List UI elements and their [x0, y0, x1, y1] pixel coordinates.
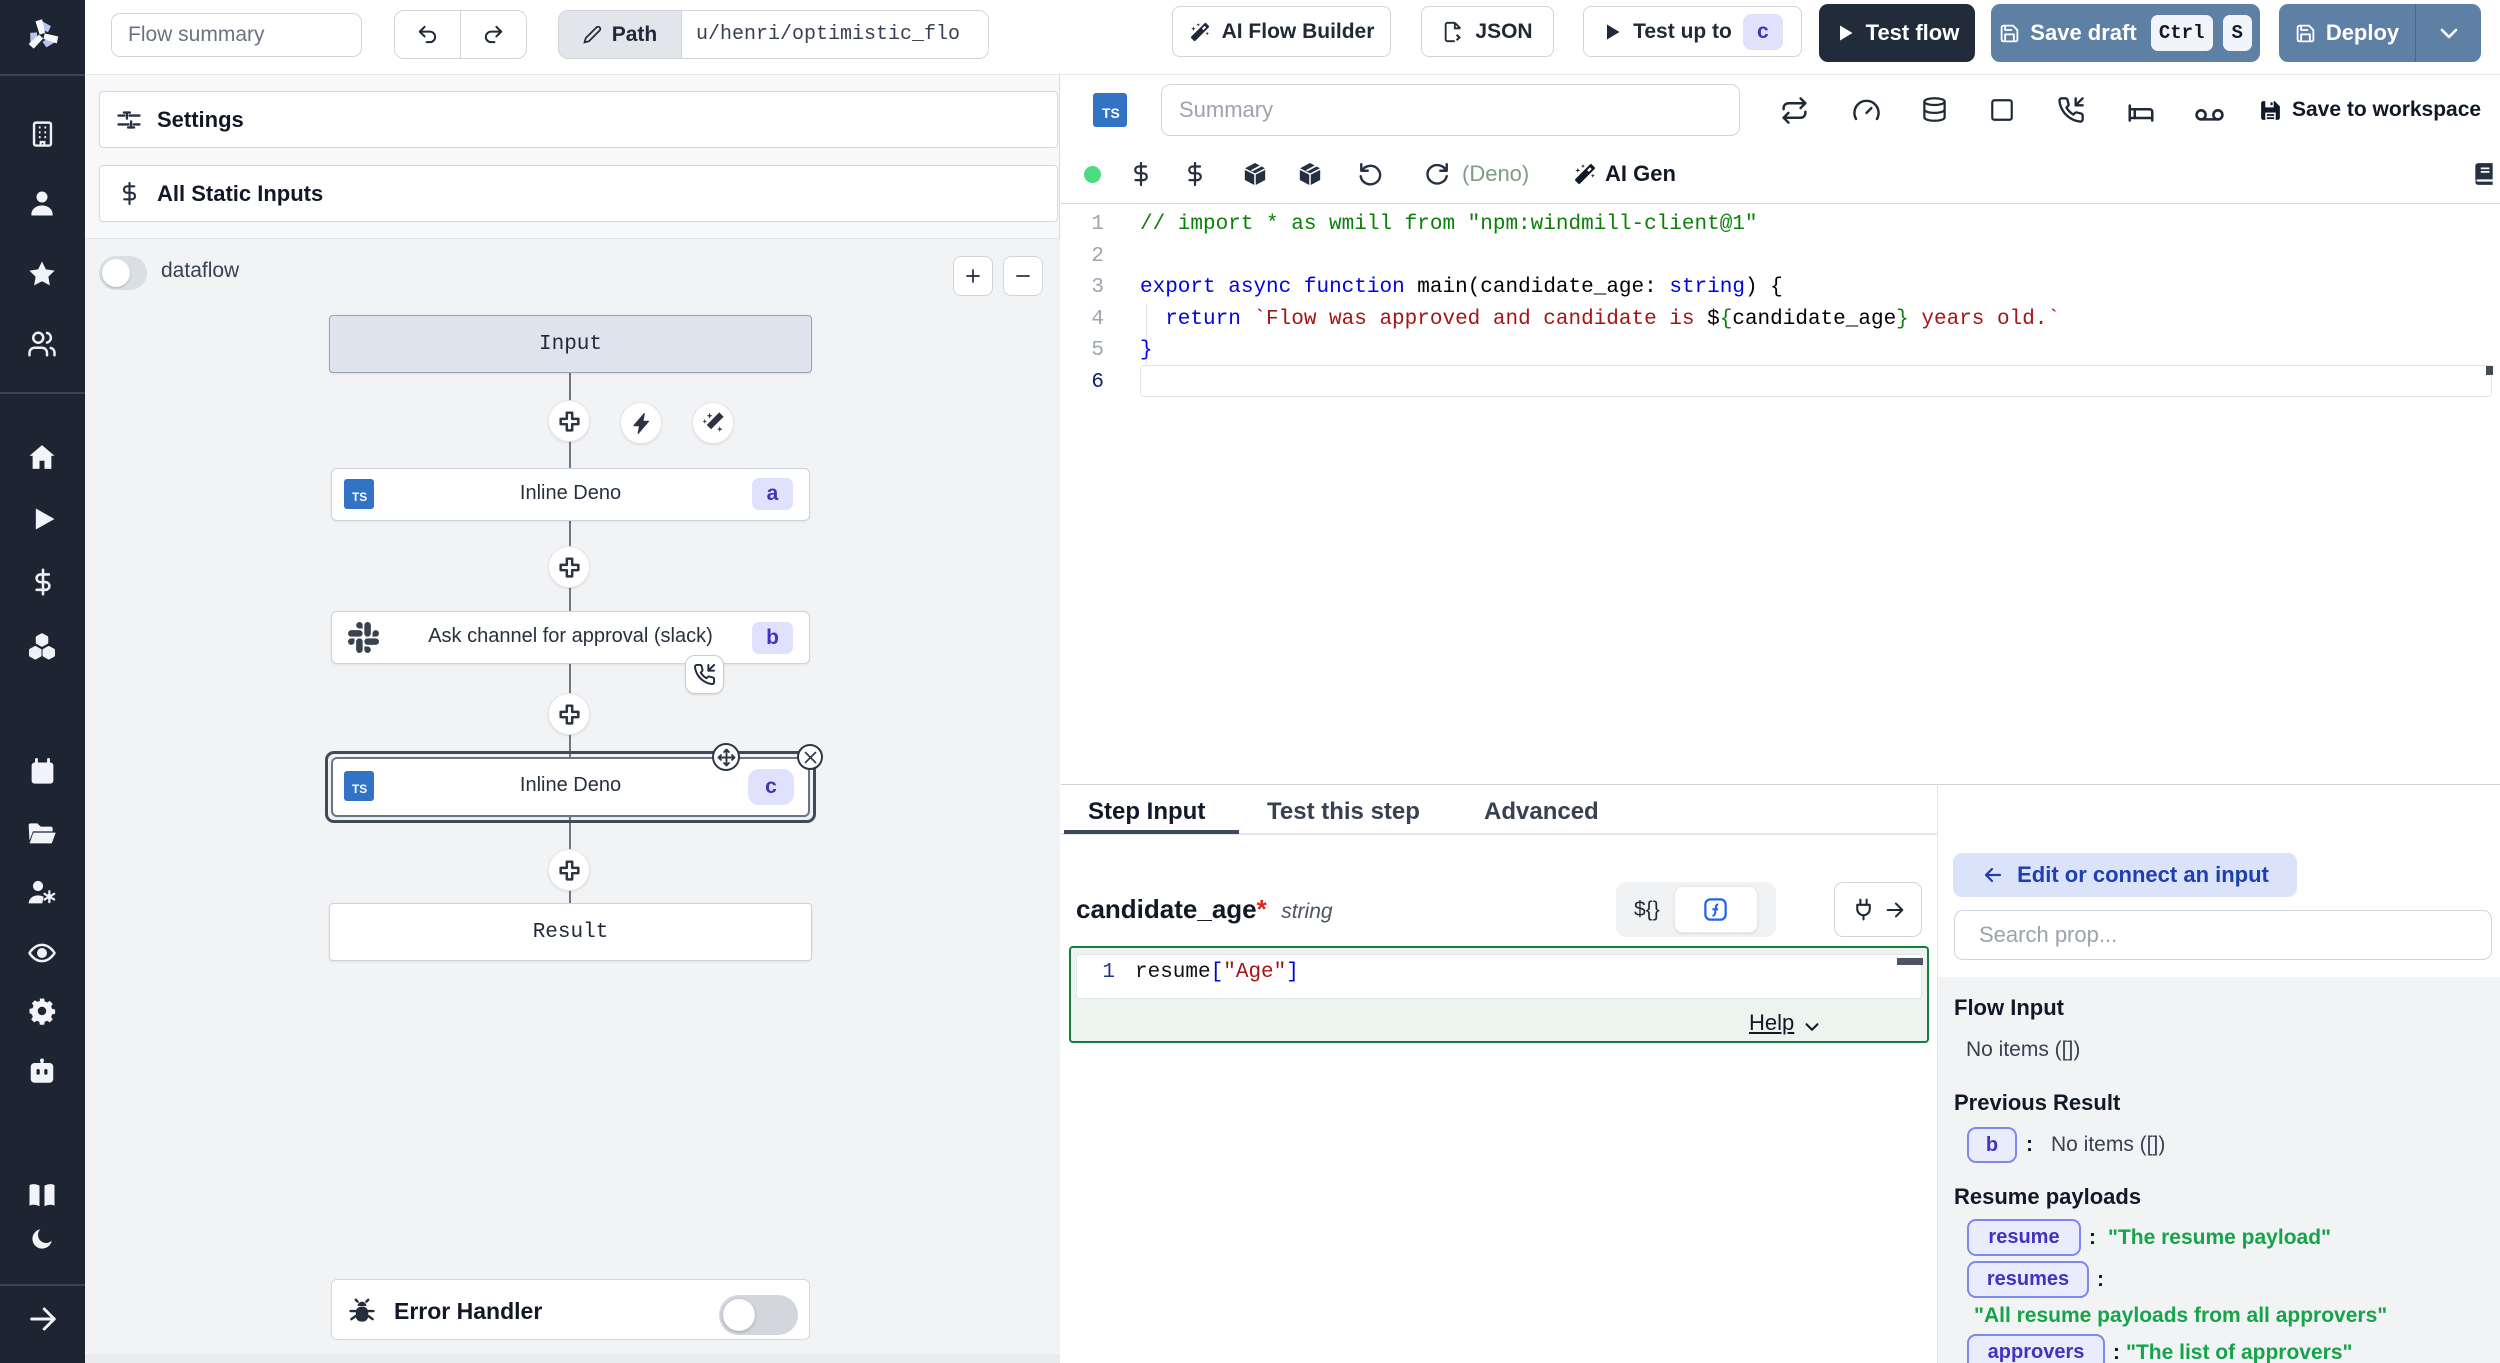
svg-text:TS: TS [1102, 105, 1120, 121]
